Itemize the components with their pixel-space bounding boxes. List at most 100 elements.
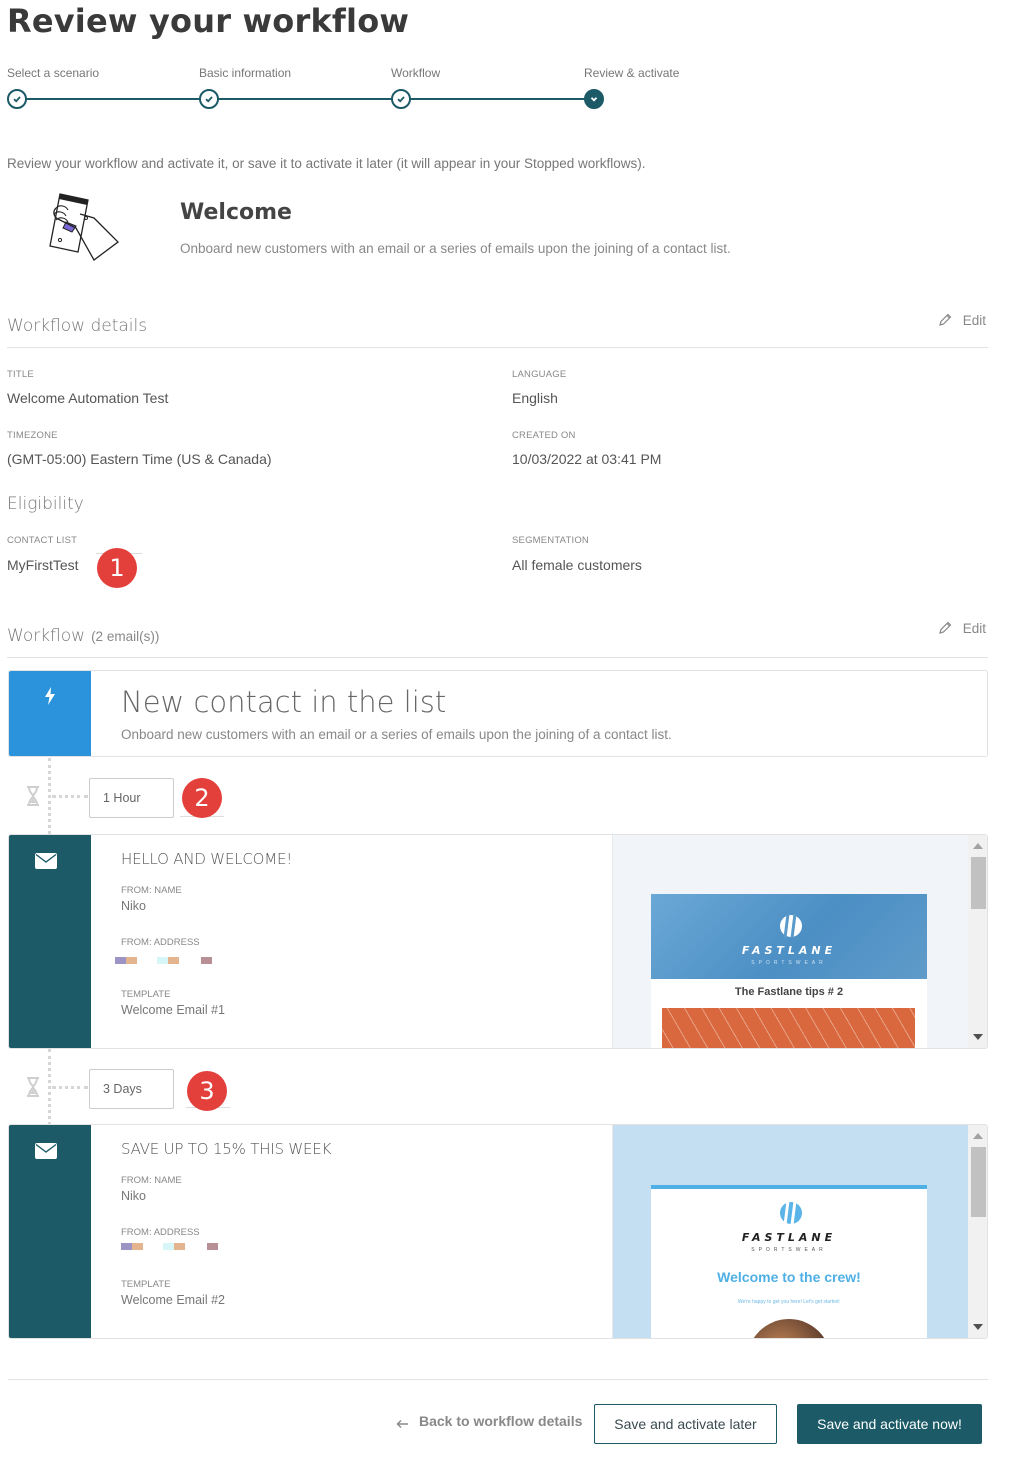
hand-holding-phone-illustration <box>49 193 119 261</box>
from-name-label: FROM: NAME <box>121 1175 182 1186</box>
hourglass-icon <box>27 786 39 806</box>
email-preview-2[interactable]: FASTLANE SPORTSWEAR Welcome to the crew!… <box>612 1125 987 1338</box>
step-workflow[interactable] <box>391 89 411 109</box>
redacted-address <box>121 1243 218 1250</box>
fastlane-logo-icon <box>780 914 802 938</box>
template-label: TEMPLATE <box>121 989 171 1000</box>
pencil-icon <box>938 621 952 634</box>
intro-text: Review your workflow and activate it, or… <box>7 156 646 171</box>
template-value: Welcome Email #1 <box>121 1003 225 1017</box>
step-review-activate <box>584 89 604 109</box>
edit-workflow-details-button[interactable]: Edit <box>937 312 986 328</box>
envelope-icon <box>35 853 57 869</box>
edit-label: Edit <box>962 312 986 328</box>
preview-track-image <box>662 1008 915 1048</box>
from-name-label: FROM: NAME <box>121 885 182 896</box>
delay-3-days[interactable]: 3 Days <box>89 1069 174 1109</box>
timezone-label: TIMEZONE <box>7 430 58 441</box>
save-and-activate-now-button[interactable]: Save and activate now! <box>797 1404 982 1444</box>
email-card-1[interactable]: HELLO AND WELCOME! FROM: NAME Niko FROM:… <box>8 834 988 1049</box>
from-address-label: FROM: ADDRESS <box>121 1227 200 1238</box>
redacted-address <box>115 957 212 964</box>
created-on-value: 10/03/2022 at 03:41 PM <box>512 451 662 467</box>
hourglass-icon <box>27 1077 39 1097</box>
fastlane-logo-icon <box>780 1201 802 1225</box>
email-preview-1[interactable]: FASTLANE SPORTSWEAR The Fastlane tips # … <box>612 835 987 1048</box>
check-icon <box>397 96 405 103</box>
scroll-up-arrow[interactable] <box>973 843 983 849</box>
email-subject: HELLO AND WELCOME! <box>121 850 293 868</box>
workflow-email-count: (2 email(s)) <box>91 629 160 644</box>
trigger-card[interactable]: New contact in the list Onboard new cust… <box>8 670 988 757</box>
title-value: Welcome Automation Test <box>7 390 169 406</box>
timeline-branch <box>52 1086 88 1089</box>
contact-list-label: CONTACT LIST <box>7 535 78 546</box>
scroll-thumb[interactable] <box>971 1147 986 1217</box>
arrow-left-icon <box>396 1420 408 1428</box>
step-label-select-scenario: Select a scenario <box>7 66 100 80</box>
delay-1-hour[interactable]: 1 Hour <box>89 778 174 818</box>
preview-brand: FASTLANE <box>741 944 837 957</box>
contact-list-value: MyFirstTest <box>7 557 79 573</box>
template-value: Welcome Email #2 <box>121 1293 225 1307</box>
pencil-icon <box>938 313 952 326</box>
step-basic-information[interactable] <box>199 89 219 109</box>
segmentation-label: SEGMENTATION <box>512 535 589 546</box>
email-icon-panel <box>9 835 91 1048</box>
progress-stepper: Select a scenario Basic information Work… <box>0 66 700 116</box>
from-name-value: Niko <box>121 899 147 913</box>
check-icon <box>13 96 21 103</box>
back-label: Back to workflow details <box>419 1413 583 1429</box>
stepper-line <box>17 98 594 100</box>
preview-mail: FASTLANE SPORTSWEAR Welcome to the crew!… <box>651 1185 927 1338</box>
annotation-badge-3: 3 <box>187 1071 227 1111</box>
timeline-connector <box>48 758 51 834</box>
step-select-scenario[interactable] <box>7 89 27 109</box>
section-divider <box>7 657 988 658</box>
preview-brand-sub: SPORTSWEAR <box>751 1247 827 1253</box>
timeline-connector <box>48 1049 51 1125</box>
preview-hero-image: FASTLANE SPORTSWEAR <box>651 894 927 979</box>
trigger-title: New contact in the list <box>121 685 447 719</box>
step-label-workflow: Workflow <box>391 66 441 80</box>
step-label-review-activate: Review & activate <box>584 66 680 80</box>
preview-heading: The Fastlane tips # 2 <box>734 986 844 998</box>
preview-mail: FASTLANE SPORTSWEAR The Fastlane tips # … <box>651 894 927 1048</box>
lightning-icon <box>45 687 55 705</box>
scroll-up-arrow[interactable] <box>973 1133 983 1139</box>
trigger-icon-panel <box>9 671 91 756</box>
scroll-thumb[interactable] <box>971 857 986 909</box>
edit-workflow-button[interactable]: Edit <box>937 620 986 636</box>
chevron-down-icon <box>590 97 598 102</box>
segmentation-value: All female customers <box>512 557 642 573</box>
step-label-basic-information: Basic information <box>199 66 292 80</box>
email-subject: SAVE UP TO 15% THIS WEEK <box>121 1140 332 1158</box>
preview-scrollbar[interactable] <box>968 1125 987 1338</box>
email-card-2[interactable]: SAVE UP TO 15% THIS WEEK FROM: NAME Niko… <box>8 1124 988 1339</box>
workflow-details-title: Workflow details <box>7 316 148 336</box>
annotation-badge-1: 1 <box>97 548 137 588</box>
workflow-section-title: Workflow (2 email(s)) <box>7 626 159 646</box>
scroll-down-arrow[interactable] <box>973 1324 983 1330</box>
created-on-label: CREATED ON <box>512 430 576 441</box>
trigger-description: Onboard new customers with an email or a… <box>121 727 672 742</box>
section-divider <box>7 347 988 348</box>
eligibility-title: Eligibility <box>7 494 84 514</box>
edit-label: Edit <box>962 620 986 636</box>
title-label: TITLE <box>7 369 34 380</box>
timeline-branch <box>52 795 88 798</box>
preview-brand-sub: SPORTSWEAR <box>751 960 827 966</box>
check-icon <box>205 96 213 103</box>
back-to-workflow-details-link[interactable]: Back to workflow details <box>396 1413 582 1429</box>
language-label: LANGUAGE <box>512 369 567 380</box>
preview-subheading: We're happy to get you here! Let's get s… <box>737 1299 841 1305</box>
preview-scrollbar[interactable] <box>968 835 987 1048</box>
timezone-value: (GMT-05:00) Eastern Time (US & Canada) <box>7 451 272 467</box>
annotation-badge-2: 2 <box>182 778 222 818</box>
scroll-down-arrow[interactable] <box>973 1034 983 1040</box>
page-title: Review your workflow <box>7 2 410 40</box>
save-and-activate-later-button[interactable]: Save and activate later <box>594 1404 777 1444</box>
scenario-title: Welcome <box>180 200 292 225</box>
email-icon-panel <box>9 1125 91 1338</box>
scenario-description: Onboard new customers with an email or a… <box>180 241 731 256</box>
